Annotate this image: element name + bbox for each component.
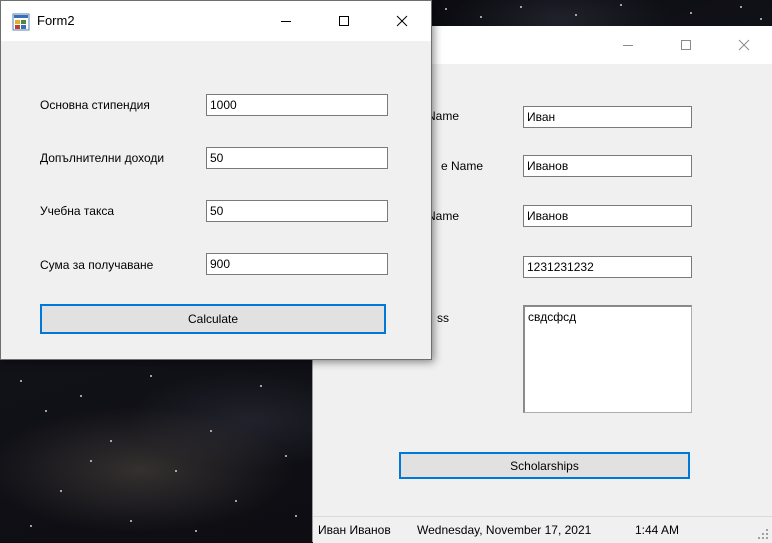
status-date: Wednesday, November 17, 2021 xyxy=(417,523,592,537)
calculate-button[interactable]: Calculate xyxy=(40,304,386,334)
form2-maximize-button[interactable] xyxy=(321,1,367,41)
maximize-button[interactable] xyxy=(663,26,709,64)
resize-grip-icon[interactable] xyxy=(757,528,769,540)
form2-minimize-button[interactable] xyxy=(263,1,309,41)
amount-to-receive-input[interactable]: 900 xyxy=(206,253,388,275)
status-bar: Иван Иванов Wednesday, November 17, 2021… xyxy=(313,516,772,543)
minimize-icon xyxy=(281,21,291,22)
minimize-button[interactable] xyxy=(605,26,651,64)
base-scholarship-input[interactable]: 1000 xyxy=(206,94,388,116)
middle-name-input[interactable]: Иванов xyxy=(523,155,692,177)
tuition-fee-label: Учебна такса xyxy=(40,204,115,218)
last-name-input[interactable]: Иванов xyxy=(523,205,692,227)
amount-to-receive-label: Сума за получаване xyxy=(40,258,154,272)
maximize-icon xyxy=(339,16,349,26)
status-time: 1:44 AM xyxy=(635,523,680,537)
address-textarea[interactable]: свдсфсд xyxy=(523,305,692,413)
close-icon xyxy=(396,15,408,27)
additional-income-input[interactable]: 50 xyxy=(206,147,388,169)
scholarships-button[interactable]: Scholarships xyxy=(399,452,690,479)
minimize-icon xyxy=(623,45,633,46)
form2-titlebar: Form2 xyxy=(1,1,431,41)
close-icon xyxy=(738,39,750,51)
number-input[interactable]: 1231231232 xyxy=(523,256,692,278)
address-label: ss xyxy=(437,311,449,325)
form2-window: Form2 Основна стипендия 1000 Допълнителн… xyxy=(0,0,432,360)
maximize-icon xyxy=(681,40,691,50)
form2-close-button[interactable] xyxy=(379,1,425,41)
form-app-icon xyxy=(12,13,30,31)
first-name-input[interactable]: Иван xyxy=(523,106,692,128)
base-scholarship-label: Основна стипендия xyxy=(40,98,150,112)
close-button[interactable] xyxy=(721,26,767,64)
tuition-fee-input[interactable]: 50 xyxy=(206,200,388,222)
form2-title: Form2 xyxy=(37,13,75,28)
additional-income-label: Допълнителни доходи xyxy=(40,151,165,165)
middle-name-label: e Name xyxy=(441,159,484,173)
status-user: Иван Иванов xyxy=(318,523,391,537)
